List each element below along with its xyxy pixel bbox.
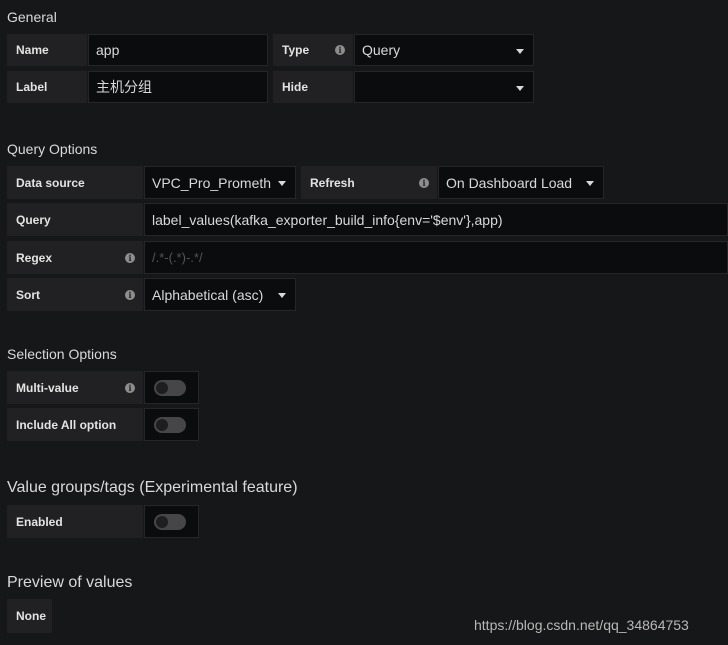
section-title-query-options: Query Options bbox=[7, 141, 98, 157]
regex-input[interactable]: /.*-(.*)-.*/ bbox=[144, 241, 728, 274]
regex-label: Regex bbox=[7, 241, 143, 274]
query-label: Query bbox=[7, 203, 143, 236]
type-select[interactable]: Query bbox=[354, 34, 534, 66]
multi-value-toggle-container[interactable] bbox=[144, 371, 199, 404]
toggle-knob bbox=[156, 419, 168, 431]
multi-value-info-icon[interactable]: i bbox=[125, 383, 135, 393]
section-title-selection-options: Selection Options bbox=[7, 346, 117, 362]
sort-info-icon[interactable]: i bbox=[125, 290, 135, 300]
datasource-label: Data source bbox=[7, 166, 143, 199]
section-title-value-groups: Value groups/tags (Experimental feature) bbox=[7, 479, 298, 496]
preview-none-tag: None bbox=[7, 599, 52, 633]
section-title-preview: Preview of values bbox=[7, 574, 133, 591]
toggle-knob bbox=[156, 382, 168, 394]
include-all-toggle[interactable] bbox=[154, 417, 186, 433]
refresh-label: Refresh bbox=[301, 166, 437, 199]
sort-chevron-down-icon bbox=[278, 293, 286, 298]
regex-info-icon[interactable]: i bbox=[125, 253, 135, 263]
multi-value-toggle[interactable] bbox=[154, 380, 186, 396]
name-input[interactable]: app bbox=[88, 34, 268, 66]
label-label: Label bbox=[7, 71, 87, 103]
type-chevron-down-icon bbox=[516, 49, 524, 54]
toggle-knob bbox=[156, 516, 168, 528]
label-input[interactable]: 主机分组 bbox=[88, 71, 268, 103]
multi-value-label: Multi-value bbox=[7, 371, 143, 404]
include-all-label: Include All option bbox=[7, 408, 143, 441]
include-all-toggle-container[interactable] bbox=[144, 408, 199, 441]
datasource-chevron-down-icon bbox=[278, 181, 286, 186]
hide-select[interactable] bbox=[354, 71, 534, 103]
section-title-general: General bbox=[7, 9, 57, 25]
refresh-select[interactable]: On Dashboard Load bbox=[438, 166, 604, 199]
enabled-label: Enabled bbox=[7, 505, 143, 538]
hide-chevron-down-icon bbox=[516, 86, 524, 91]
hide-label: Hide bbox=[273, 71, 353, 103]
datasource-select[interactable]: VPC_Pro_Prometh bbox=[144, 166, 296, 199]
name-label: Name bbox=[7, 34, 87, 66]
sort-select[interactable]: Alphabetical (asc) bbox=[144, 278, 296, 311]
enabled-toggle-container[interactable] bbox=[144, 505, 199, 538]
enabled-toggle[interactable] bbox=[154, 514, 186, 530]
refresh-chevron-down-icon bbox=[586, 181, 594, 186]
watermark: https://blog.csdn.net/qq_34864753 bbox=[474, 617, 689, 633]
refresh-info-icon[interactable]: i bbox=[419, 178, 429, 188]
type-info-icon[interactable]: i bbox=[335, 45, 345, 55]
sort-label: Sort bbox=[7, 278, 143, 311]
query-input[interactable]: label_values(kafka_exporter_build_info{e… bbox=[144, 203, 728, 236]
